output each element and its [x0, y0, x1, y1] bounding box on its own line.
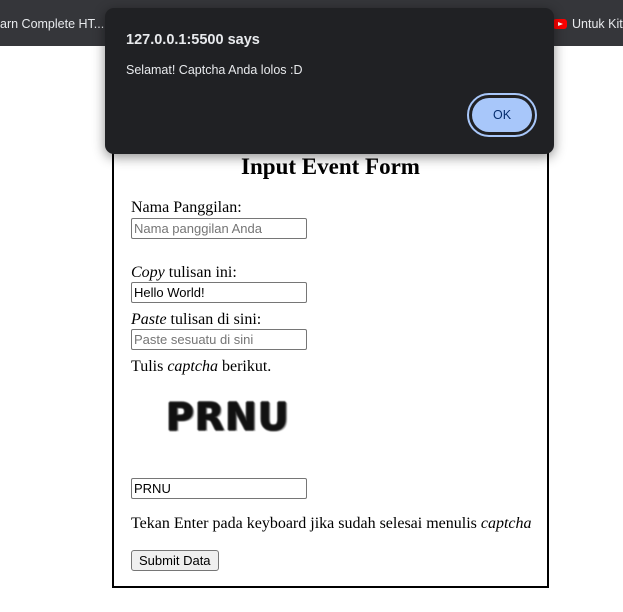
paste-label-text: tulisan di sini:	[166, 311, 262, 328]
enter-hint: Tekan Enter pada keyboard jika sudah sel…	[131, 515, 532, 533]
bookmark-youtube-label: Untuk Kit	[572, 17, 623, 31]
copy-text-input[interactable]	[131, 282, 307, 303]
paste-label: Paste tulisan di sini:	[131, 311, 261, 329]
captcha-label-emphasis: captcha	[167, 358, 218, 375]
youtube-icon	[553, 19, 567, 29]
enter-hint-emphasis: captcha	[480, 515, 532, 532]
captcha-label: Tulis captcha berikut.	[131, 358, 271, 376]
dialog-title: 127.0.0.1:5500 says	[126, 32, 260, 48]
copy-label: Copy tulisan ini:	[131, 264, 237, 282]
copy-label-emphasis: Copy	[131, 264, 165, 281]
paste-label-emphasis: Paste	[131, 311, 167, 328]
submit-button[interactable]: Submit Data	[131, 550, 219, 571]
nickname-label: Nama Panggilan:	[131, 199, 242, 216]
nickname-input[interactable]	[131, 218, 307, 239]
captcha-image: PRNU	[166, 395, 290, 439]
paste-input[interactable]	[131, 329, 307, 350]
dialog-message: Selamat! Captcha Anda lolos :D	[126, 63, 303, 77]
captcha-label-pre: Tulis	[131, 358, 168, 375]
captcha-label-post: berikut.	[217, 358, 272, 375]
enter-hint-text: Tekan Enter pada keyboard jika sudah sel…	[131, 515, 481, 532]
alert-dialog: 127.0.0.1:5500 says Selamat! Captcha And…	[105, 8, 554, 154]
input-event-form: Input Event Form Nama Panggilan: Copy tu…	[112, 108, 549, 588]
captcha-input[interactable]	[131, 478, 307, 499]
copy-label-text: tulisan ini:	[164, 264, 237, 281]
form-title: Input Event Form	[241, 154, 420, 179]
ok-focus-ring: OK	[467, 93, 537, 137]
bookmark-html-course[interactable]: arn Complete HT...	[0, 17, 104, 31]
bookmark-youtube[interactable]: Untuk Kit	[553, 17, 623, 31]
ok-button[interactable]: OK	[472, 98, 532, 132]
